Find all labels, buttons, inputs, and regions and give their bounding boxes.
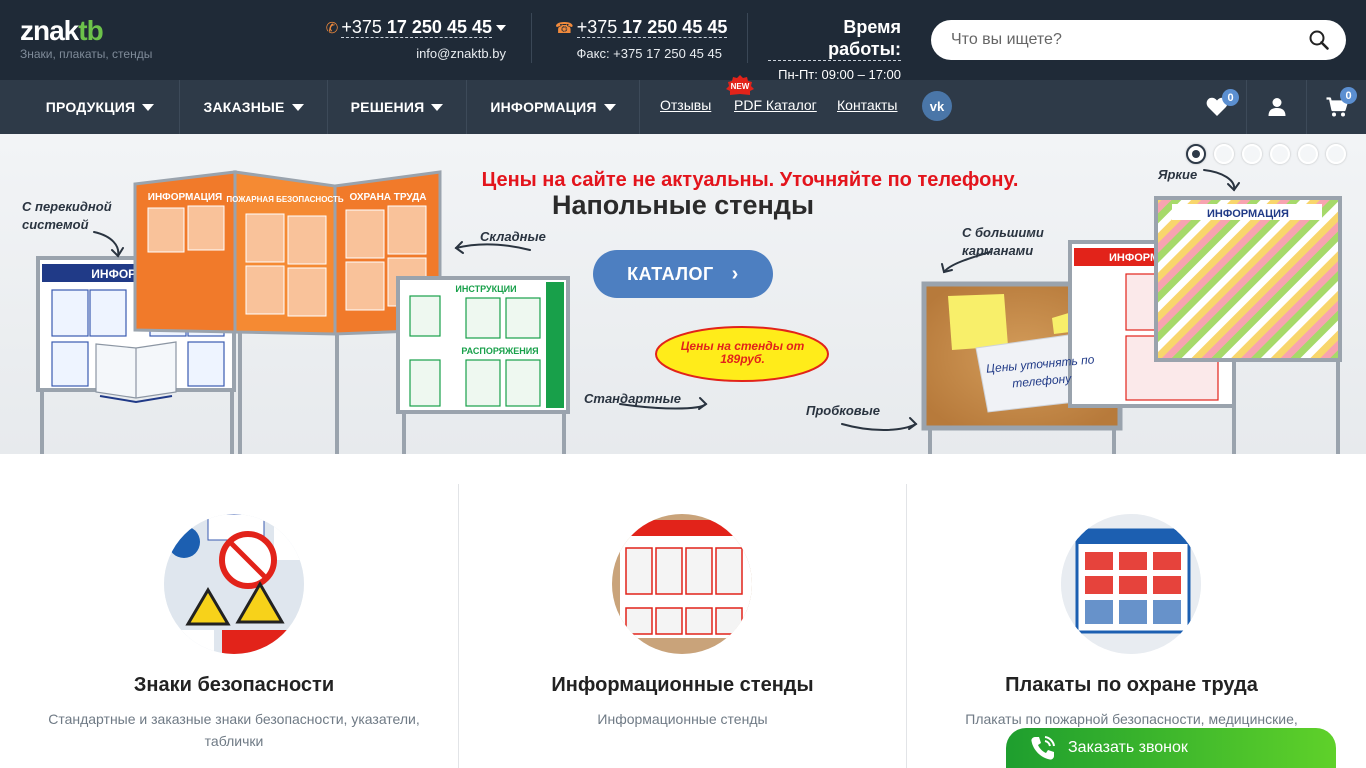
favorites-button[interactable]: 0 <box>1187 80 1247 134</box>
hero-title: Напольные стенды <box>551 190 815 220</box>
chevron-down-icon <box>431 103 444 111</box>
site-tagline: Знаки, плакаты, стенды <box>20 47 153 61</box>
chevron-right-icon: › <box>731 262 739 285</box>
search-icon[interactable] <box>1308 29 1330 51</box>
label-standard: Стандартные <box>584 391 681 406</box>
user-icon <box>1268 98 1286 116</box>
hero-banner[interactable]: ИНФОРМАЦИЯ ИНФОРМАЦИЯ ПОЖАРНАЯ БЕЗОПАСНО… <box>0 134 1366 454</box>
site-logo[interactable]: znaktb Знаки, плакаты, стенды <box>20 15 153 62</box>
label-flip-system: С перекидной системой <box>22 199 112 232</box>
telephone-icon: ☎ <box>555 20 574 37</box>
search-input[interactable] <box>951 20 1301 60</box>
fax-number: Факс: +375 17 250 45 45 <box>576 46 722 61</box>
category-title[interactable]: Информационные стенды <box>459 674 906 697</box>
nav-link-reviews[interactable]: Отзывы <box>660 97 711 113</box>
cart-count-badge: 0 <box>1340 87 1357 104</box>
nav-link-pdf-catalog[interactable]: PDF Каталог <box>734 97 817 113</box>
price-tag-text: Цены на стенды от 189руб. <box>680 339 805 366</box>
svg-text:РАСПОРЯЖЕНИЯ: РАСПОРЯЖЕНИЯ <box>461 346 538 356</box>
working-hours: Время работы: Пн-Пт: 09:00 – 17:00 <box>768 16 901 82</box>
email-link[interactable]: info@znaktb.by <box>312 46 506 61</box>
divider <box>747 13 748 63</box>
nav-link-contacts[interactable]: Контакты <box>837 97 897 113</box>
chevron-down-icon[interactable] <box>496 25 506 32</box>
top-header: znaktb Знаки, плакаты, стенды ✆ +375 17 2… <box>0 0 1366 82</box>
slide-dot-6[interactable] <box>1326 144 1346 164</box>
catalog-button[interactable]: КАТАЛОГ › <box>593 250 773 298</box>
chevron-down-icon <box>603 103 616 111</box>
logo-word-part1: znak <box>20 15 79 46</box>
hours-title[interactable]: Время работы: <box>768 16 901 61</box>
category-title[interactable]: Знаки безопасности <box>10 674 458 697</box>
search-box <box>931 20 1346 60</box>
nav-solutions[interactable]: РЕШЕНИЯ <box>328 80 466 134</box>
category-card-info-stands[interactable]: Информационные стенды Информационные сте… <box>459 484 906 768</box>
category-card-safety-signs[interactable]: Знаки безопасности Стандартные и заказны… <box>10 484 458 768</box>
phone-block-primary: ✆ +375 17 250 45 45 info@znaktb.by <box>312 16 506 61</box>
category-image-labor-posters[interactable] <box>1061 514 1201 654</box>
chevron-down-icon <box>291 103 304 111</box>
order-callback-button[interactable]: Заказать звонок <box>1006 728 1336 768</box>
slide-dot-3[interactable] <box>1242 144 1262 164</box>
slider-pagination <box>1186 144 1346 164</box>
svg-text:ОХРАНА ТРУДА: ОХРАНА ТРУДА <box>349 192 426 203</box>
label-big-pockets: С большими карманами <box>962 225 1044 258</box>
nav-information[interactable]: ИНФОРМАЦИЯ <box>467 80 639 134</box>
primary-phone[interactable]: ✆ +375 17 250 45 45 <box>312 16 506 40</box>
category-title[interactable]: Плакаты по охране труда <box>907 674 1356 697</box>
nav-products[interactable]: ПРОДУКЦИЯ <box>20 80 180 134</box>
label-bright: Яркие <box>1158 167 1198 182</box>
phone-icon: ✆ <box>325 20 339 37</box>
svg-text:ИНФОРМАЦИЯ: ИНФОРМАЦИЯ <box>1207 208 1289 220</box>
category-description: Стандартные и заказные знаки безопасност… <box>48 711 420 749</box>
category-image-info-stands[interactable] <box>612 514 752 654</box>
cart-button[interactable]: 0 <box>1307 80 1366 134</box>
favorites-count-badge: 0 <box>1222 89 1239 106</box>
nav-custom[interactable]: ЗАКАЗНЫЕ <box>180 80 327 134</box>
vk-social-icon[interactable]: vk <box>922 91 952 121</box>
slide-dot-5[interactable] <box>1298 144 1318 164</box>
label-folding: Складные <box>480 229 546 244</box>
category-description: Информационные стенды <box>597 711 768 727</box>
stand-bright: ИНФОРМАЦИЯ <box>1154 196 1342 454</box>
svg-text:NEW: NEW <box>731 82 750 91</box>
divider <box>531 13 532 63</box>
svg-text:ИНСТРУКЦИИ: ИНСТРУКЦИИ <box>455 284 516 294</box>
slide-dot-1[interactable] <box>1186 144 1206 164</box>
divider <box>639 80 640 134</box>
slide-dot-4[interactable] <box>1270 144 1290 164</box>
chevron-down-icon <box>142 103 155 111</box>
slide-dot-2[interactable] <box>1214 144 1234 164</box>
main-nav: ПРОДУКЦИЯ ЗАКАЗНЫЕ РЕШЕНИЯ ИНФОРМАЦИЯ От… <box>0 80 1366 134</box>
label-cork: Пробковые <box>806 403 880 418</box>
svg-text:ПОЖАРНАЯ БЕЗОПАСНОСТЬ: ПОЖАРНАЯ БЕЗОПАСНОСТЬ <box>226 195 344 204</box>
stand-folding: ИНФОРМАЦИЯ ПОЖАРНАЯ БЕЗОПАСНОСТЬ ОХРАНА … <box>133 170 442 454</box>
callback-label: Заказать звонок <box>1068 739 1188 756</box>
secondary-phone[interactable]: ☎ +375 17 250 45 45 <box>555 16 728 40</box>
new-badge: NEW <box>726 75 754 95</box>
logo-word-part2: tb <box>78 15 103 46</box>
category-card-labor-posters[interactable]: Плакаты по охране труда Плакаты по пожар… <box>907 484 1356 768</box>
category-image-safety-signs[interactable] <box>164 514 304 654</box>
phone-block-secondary: ☎ +375 17 250 45 45 Факс: +375 17 250 45 … <box>555 16 728 61</box>
price-warning: Цены на сайте не актуальны. Уточняйте по… <box>481 169 1019 191</box>
phone-call-icon <box>1031 736 1055 760</box>
account-button[interactable] <box>1247 80 1307 134</box>
svg-text:ИНФОРМАЦИЯ: ИНФОРМАЦИЯ <box>148 192 223 203</box>
stand-standard: ИНСТРУКЦИИ РАСПОРЯЖЕНИЯ <box>396 276 570 454</box>
